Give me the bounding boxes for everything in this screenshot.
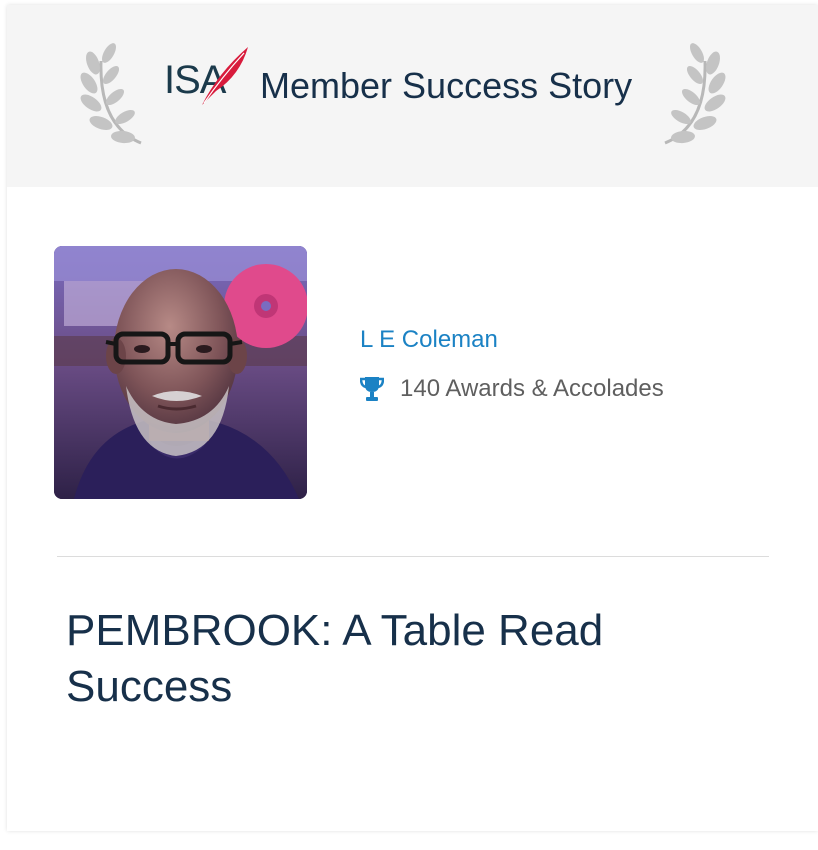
trophy-icon — [360, 377, 384, 401]
laurel-left-icon — [80, 43, 142, 145]
logo-text: IS — [164, 58, 201, 102]
member-avatar[interactable] — [54, 246, 307, 499]
member-name-link[interactable]: L E Coleman — [360, 326, 498, 354]
header-banner: ISA Member Success Story — [7, 5, 818, 187]
laurel-right-icon — [664, 43, 726, 145]
header-title: Member Success Story — [260, 65, 633, 106]
success-story-card: ISA Member Success Story L E Coleman 140… — [7, 5, 818, 831]
section-divider — [57, 556, 769, 557]
avatar-portrait-image — [54, 246, 307, 499]
quill-feather-icon — [202, 47, 248, 105]
story-title[interactable]: PEMBROOK: A Table Read Success — [66, 603, 686, 715]
awards-count-text: 140 Awards & Accolades — [400, 375, 664, 402]
isa-logo: ISA — [164, 45, 249, 107]
awards-summary: 140 Awards & Accolades — [360, 374, 664, 404]
